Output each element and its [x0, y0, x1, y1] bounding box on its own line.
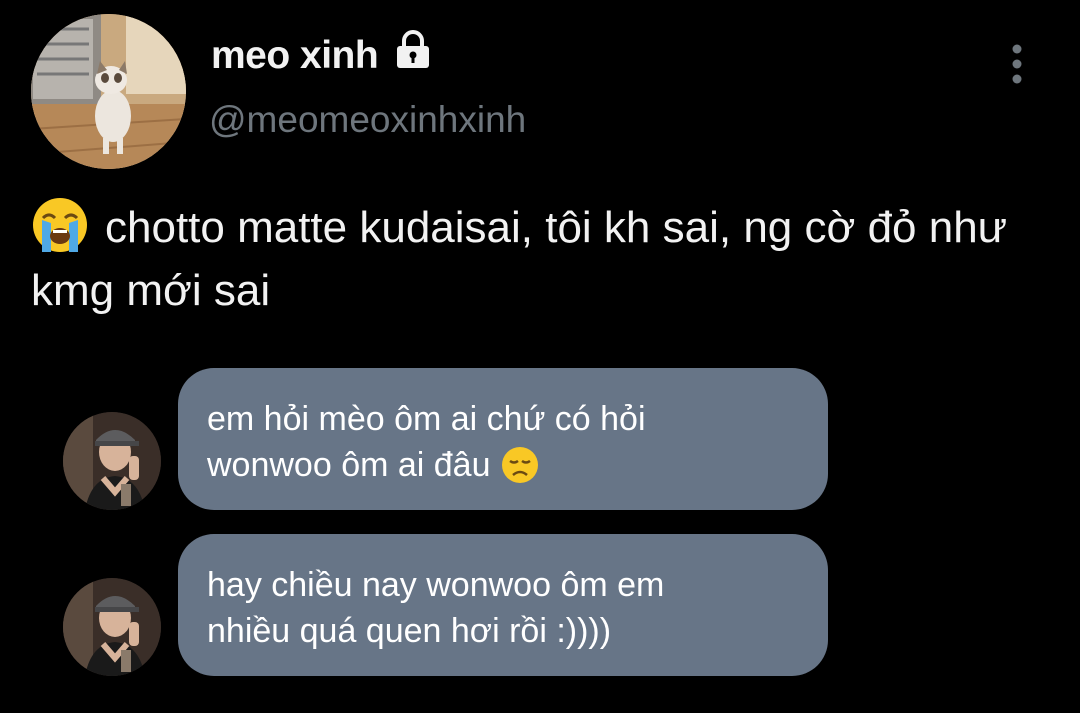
lock-icon: [397, 30, 429, 68]
display-name[interactable]: meo xinh: [211, 34, 379, 78]
disappointed-face-emoji: [501, 447, 538, 483]
tweet-text: chotto matte kudaisai, tôi kh sai, ng cờ…: [31, 196, 1051, 322]
loudly-crying-face-emoji: [33, 198, 87, 252]
message-text: em hỏi mèo ôm ai chứ có hỏi wonwoo ôm ai…: [207, 400, 646, 484]
person-cap-photo-avatar: [63, 412, 161, 510]
person-cap-photo-avatar: [63, 578, 161, 676]
user-handle[interactable]: @meomeoxinhxinh: [209, 99, 526, 141]
message-avatar[interactable]: [63, 578, 161, 676]
message-bubble[interactable]: em hỏi mèo ôm ai chứ có hỏi wonwoo ôm ai…: [178, 368, 828, 510]
tweet-body: chotto matte kudaisai, tôi kh sai, ng cờ…: [31, 203, 1008, 315]
profile-avatar[interactable]: [31, 14, 186, 169]
message-text: hay chiều nay wonwoo ôm em nhiều quá que…: [207, 566, 665, 650]
message-bubble[interactable]: hay chiều nay wonwoo ôm em nhiều quá que…: [178, 534, 828, 676]
cat-photo-avatar: [31, 14, 186, 169]
message-avatar[interactable]: [63, 412, 161, 510]
more-vertical-icon[interactable]: [1002, 42, 1032, 86]
